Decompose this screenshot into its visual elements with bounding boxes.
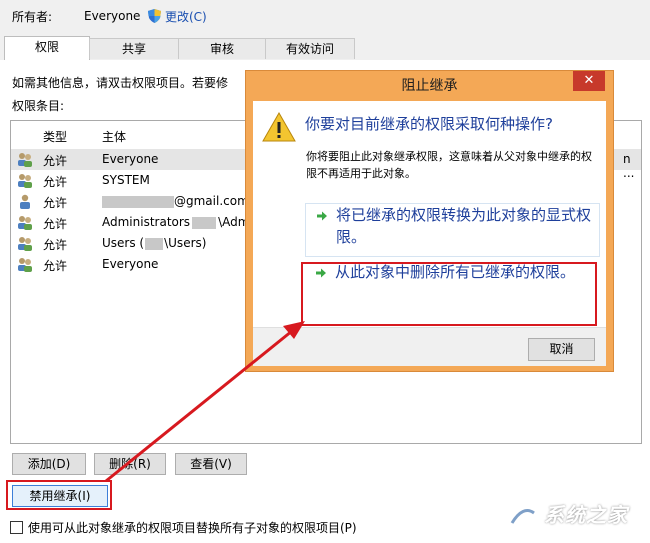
owner-label: 所有者: [12,9,53,24]
watermark-text: 系统之家 [544,503,628,527]
close-button[interactable]: ✕ [573,71,605,91]
highlight-box [6,480,112,510]
tab-strip: 权限 共享 审核 有效访问 [0,36,650,61]
replace-child-permissions-label: 使用可从此对象继承的权限项目替换所有子对象的权限项目(P) [28,521,357,535]
owner-row: 所有者: Everyone 更改(C) [12,7,207,25]
info-text: 如需其他信息，请双击权限项目。若要修 [12,76,229,90]
row-type: 允许 [43,238,68,252]
redacted-text [102,195,174,208]
tab-sharing[interactable]: 共享 [89,38,179,59]
row-type: 允许 [43,154,68,168]
watermark-logo-icon [505,500,541,536]
change-owner-link[interactable]: 更改(C) [165,8,207,25]
users-icon [18,174,32,188]
column-header-type[interactable]: 类型 [43,128,67,145]
users-icon [18,216,32,230]
tab-effective-access[interactable]: 有效访问 [265,38,355,59]
view-button[interactable]: 查看(V) [175,453,247,475]
block-inheritance-dialog: 阻止继承 ✕ 你要对目前继承的权限采取何种操作? 你将要阻止此对象继承权限，这意… [245,70,614,372]
row-principal: Users ( \Users) [102,236,206,250]
row-type: 允许 [43,175,68,189]
redacted-text [145,237,164,250]
tab-auditing[interactable]: 审核 [178,38,266,59]
replace-child-permissions-checkbox[interactable] [10,521,23,534]
warning-icon [262,112,296,142]
user-icon [20,194,30,209]
principal-mid: \Users) [164,236,207,250]
dialog-title: 阻止继承 [401,78,458,94]
option-label: 将已继承的权限转换为此对象的显式权限。 [336,206,592,246]
row-type: 允许 [43,196,68,210]
replace-child-permissions-row[interactable]: 使用可从此对象继承的权限项目替换所有子对象的权限项目(P) [10,519,357,536]
row-principal: SYSTEM [102,173,150,187]
row-principal: @gmail.com [102,194,249,208]
column-header-principal[interactable]: 主体 [102,128,126,145]
principal-name: Users ( [102,236,145,250]
principal-name: Administrators [102,215,191,229]
row-principal: Everyone [102,257,159,271]
row-type: 允许 [43,217,68,231]
add-button[interactable]: 添加(D) [12,453,86,475]
row-principal: Administrators \Admi [102,215,253,229]
dialog-description: 你将要阻止此对象继承权限，这意味着从父对象中继承的权限不再适用于此对象。 [306,150,592,180]
highlight-box [301,262,597,326]
permission-entries-label: 权限条目: [12,99,65,113]
watermark-logo: 系统之家 [504,495,644,539]
arrow-right-icon [317,211,327,221]
row-principal: Everyone [102,152,159,166]
redacted-text [192,216,217,229]
users-icon [18,153,32,167]
tab-permissions[interactable]: 权限 [4,36,90,61]
uac-shield-icon [148,9,161,23]
owner-value: Everyone [84,9,141,23]
cancel-button[interactable]: 取消 [528,338,595,361]
row-type: 允许 [43,259,68,273]
dialog-question: 你要对目前继承的权限采取何种操作? [305,115,553,133]
convert-inherited-permissions-option[interactable]: 将已继承的权限转换为此对象的显式权限。 [305,203,600,257]
principal-suffix: @gmail.com [174,194,249,208]
dialog-footer: 取消 [253,327,606,366]
users-icon [18,237,32,251]
users-icon [18,258,32,272]
remove-button[interactable]: 删除(R) [94,453,166,475]
